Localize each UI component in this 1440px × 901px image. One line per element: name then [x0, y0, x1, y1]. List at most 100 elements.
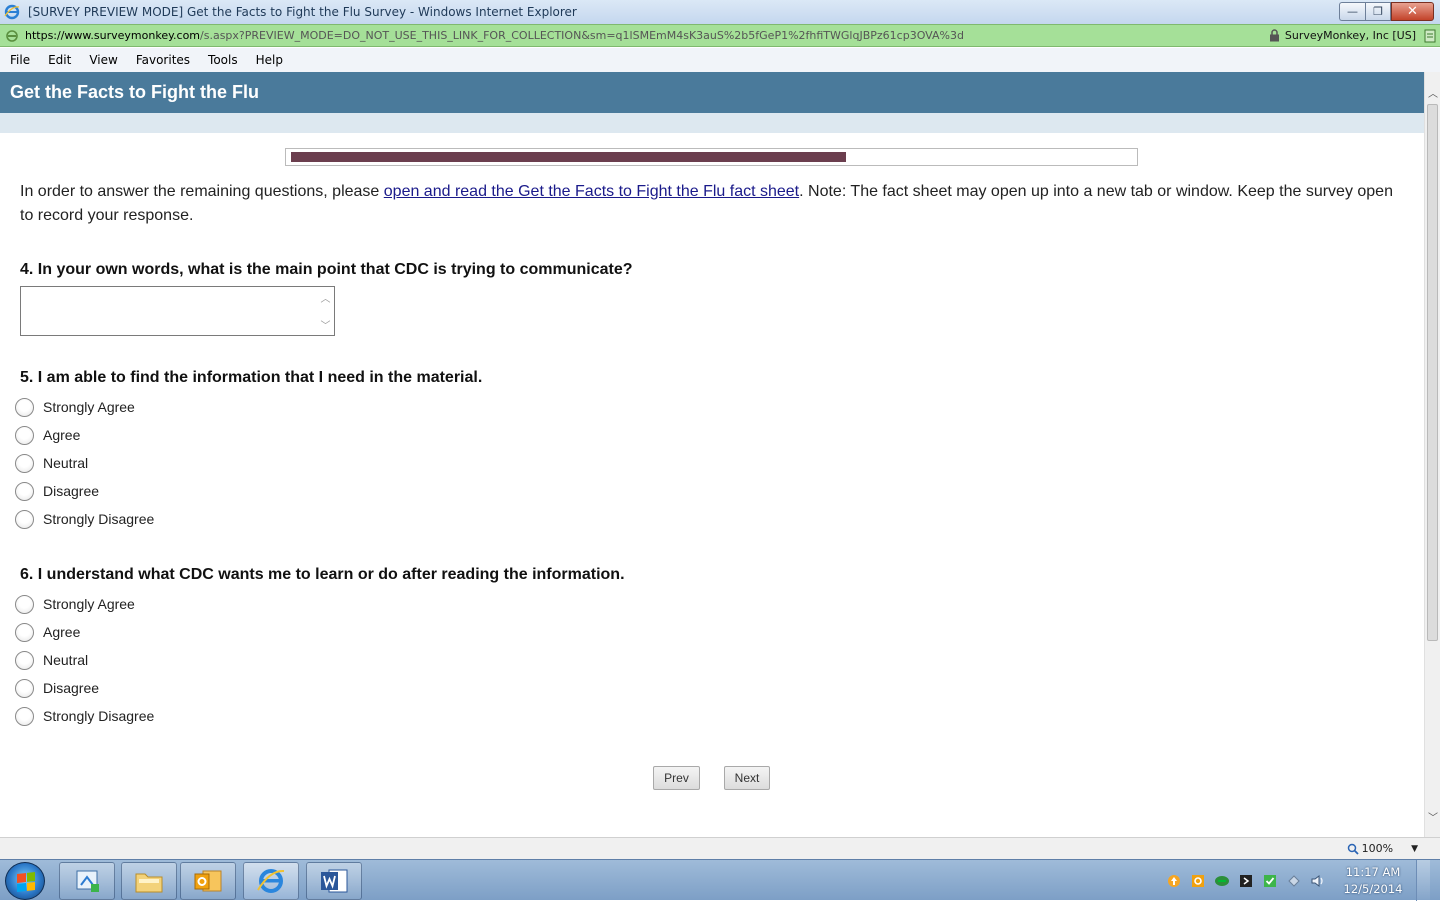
audio-app-icon[interactable]: [1238, 873, 1254, 889]
survey-header: Get the Facts to Fight the Flu: [0, 72, 1424, 113]
option-label: Disagree: [43, 483, 100, 499]
taskbar-network-app[interactable]: [59, 862, 115, 900]
option-label: Agree: [43, 624, 81, 640]
page-scrollbar[interactable]: ︿ ﹀: [1424, 72, 1440, 837]
restore-icon: ❐: [1373, 5, 1383, 18]
outlook-tray-icon[interactable]: [1190, 873, 1206, 889]
window-title-bar: [SURVEY PREVIEW MODE] Get the Facts to F…: [0, 0, 1440, 24]
url-domain: https://www.surveymonkey.com: [25, 29, 201, 42]
page-icon: [6, 29, 18, 42]
taskbar-clock[interactable]: 11:17 AM 12/5/2014: [1336, 864, 1410, 898]
q6-option-strongly-disagree[interactable]: Strongly Disagree: [15, 702, 155, 730]
header-subbar: [0, 113, 1424, 133]
progress-fill: [291, 152, 846, 162]
volume-glyph: [1311, 874, 1323, 887]
question-4-textarea[interactable]: ︿ ﹀: [20, 286, 335, 336]
menu-view[interactable]: View: [79, 53, 125, 67]
next-button[interactable]: Next: [724, 766, 770, 790]
network-app-icon: [76, 870, 99, 892]
chevron-down-icon[interactable]: ﹀: [321, 317, 331, 332]
page-viewport: Get the Facts to Fight the Flu In order …: [0, 72, 1424, 837]
lock-icon[interactable]: [1269, 29, 1280, 42]
option-label: Agree: [43, 427, 81, 443]
menu-favorites[interactable]: Favorites: [126, 53, 198, 67]
word-icon: [321, 869, 348, 893]
radio-button[interactable]: [15, 453, 34, 473]
question-5-label: 5. I am able to find the information tha…: [20, 369, 483, 386]
update-icon[interactable]: [1166, 873, 1182, 889]
progress-bar: [285, 148, 1138, 166]
radio-button[interactable]: [15, 481, 34, 501]
question-6-options: Strongly Agree Agree Neutral Disagree St…: [15, 590, 155, 730]
radio-button[interactable]: [15, 706, 34, 726]
volume-icon[interactable]: [1310, 873, 1326, 889]
option-label: Neutral: [43, 455, 89, 471]
network-icon[interactable]: [1286, 873, 1302, 889]
audio-app-glyph: [1240, 874, 1252, 887]
network-glyph: [1288, 874, 1300, 887]
show-desktop-button[interactable]: [1416, 860, 1430, 901]
zoom-control[interactable]: 100% ▼: [1347, 842, 1418, 855]
compatibility-view-icon[interactable]: [1424, 29, 1436, 43]
scroll-down-icon[interactable]: ﹀: [1425, 808, 1440, 825]
radio-button[interactable]: [15, 509, 34, 529]
menu-file[interactable]: File: [0, 53, 38, 67]
textarea-scrollbar[interactable]: ︿ ﹀: [317, 287, 334, 335]
option-label: Strongly Agree: [43, 399, 135, 415]
prev-button[interactable]: Prev: [653, 766, 700, 790]
clock-date: 12/5/2014: [1343, 881, 1403, 896]
option-label: Neutral: [43, 652, 89, 668]
q5-option-neutral[interactable]: Neutral: [15, 449, 154, 477]
survey-title: Get the Facts to Fight the Flu: [10, 82, 259, 102]
scroll-up-icon[interactable]: ︿: [1425, 84, 1440, 101]
menu-help[interactable]: Help: [246, 53, 291, 67]
q5-option-strongly-agree[interactable]: Strongly Agree: [15, 393, 154, 421]
taskbar-word[interactable]: [306, 862, 362, 900]
radio-button[interactable]: [15, 650, 34, 670]
url-field[interactable]: https://www.surveymonkey.com/s.aspx?PREV…: [25, 29, 1269, 42]
outlook-icon: [194, 870, 222, 892]
option-label: Disagree: [43, 680, 100, 696]
radio-button[interactable]: [15, 678, 34, 698]
url-path: /s.aspx?PREVIEW_MODE=DO_NOT_USE_THIS_LIN…: [200, 29, 964, 42]
question-5-options: Strongly Agree Agree Neutral Disagree St…: [15, 393, 155, 533]
start-button[interactable]: [5, 862, 45, 900]
radio-button[interactable]: [15, 622, 34, 642]
internet-explorer-taskbar-icon: [257, 869, 285, 893]
certificate-label[interactable]: SurveyMonkey, Inc [US]: [1285, 29, 1416, 42]
chevron-up-icon[interactable]: ︿: [321, 290, 331, 305]
outlook-tray-glyph: [1192, 874, 1204, 887]
question-6-label: 6. I understand what CDC wants me to lea…: [20, 566, 625, 583]
option-label: Strongly Agree: [43, 596, 135, 612]
option-label: Strongly Disagree: [43, 511, 155, 527]
radio-button[interactable]: [15, 425, 34, 445]
taskbar-outlook[interactable]: [180, 862, 236, 900]
q6-option-neutral[interactable]: Neutral: [15, 646, 154, 674]
q6-option-strongly-agree[interactable]: Strongly Agree: [15, 590, 154, 618]
address-bar[interactable]: https://www.surveymonkey.com/s.aspx?PREV…: [0, 24, 1440, 47]
restore-button[interactable]: ❐: [1365, 2, 1391, 21]
sync-icon[interactable]: [1214, 873, 1230, 889]
minimize-button[interactable]: —: [1339, 2, 1365, 21]
option-label: Strongly Disagree: [43, 708, 155, 724]
radio-button[interactable]: [15, 397, 34, 417]
taskbar-internet-explorer[interactable]: [243, 862, 299, 900]
fact-sheet-link[interactable]: open and read the Get the Facts to Fight…: [384, 183, 799, 200]
q5-option-strongly-disagree[interactable]: Strongly Disagree: [15, 505, 155, 533]
scroll-thumb[interactable]: [1427, 104, 1438, 641]
intro-text: In order to answer the remaining questio…: [20, 180, 1410, 228]
sync-glyph: [1215, 875, 1229, 886]
close-window-button[interactable]: ✕: [1391, 2, 1434, 21]
checkmark-icon[interactable]: [1262, 873, 1278, 889]
internet-explorer-icon: [4, 4, 20, 20]
q6-option-agree[interactable]: Agree: [15, 618, 154, 646]
zoom-dropdown-icon[interactable]: ▼: [1411, 844, 1418, 854]
folder-icon: [135, 873, 163, 893]
menu-edit[interactable]: Edit: [38, 53, 79, 67]
taskbar-file-explorer[interactable]: [121, 862, 177, 900]
q6-option-disagree[interactable]: Disagree: [15, 674, 154, 702]
q5-option-disagree[interactable]: Disagree: [15, 477, 154, 505]
menu-tools[interactable]: Tools: [198, 53, 246, 67]
radio-button[interactable]: [15, 594, 34, 614]
q5-option-agree[interactable]: Agree: [15, 421, 154, 449]
